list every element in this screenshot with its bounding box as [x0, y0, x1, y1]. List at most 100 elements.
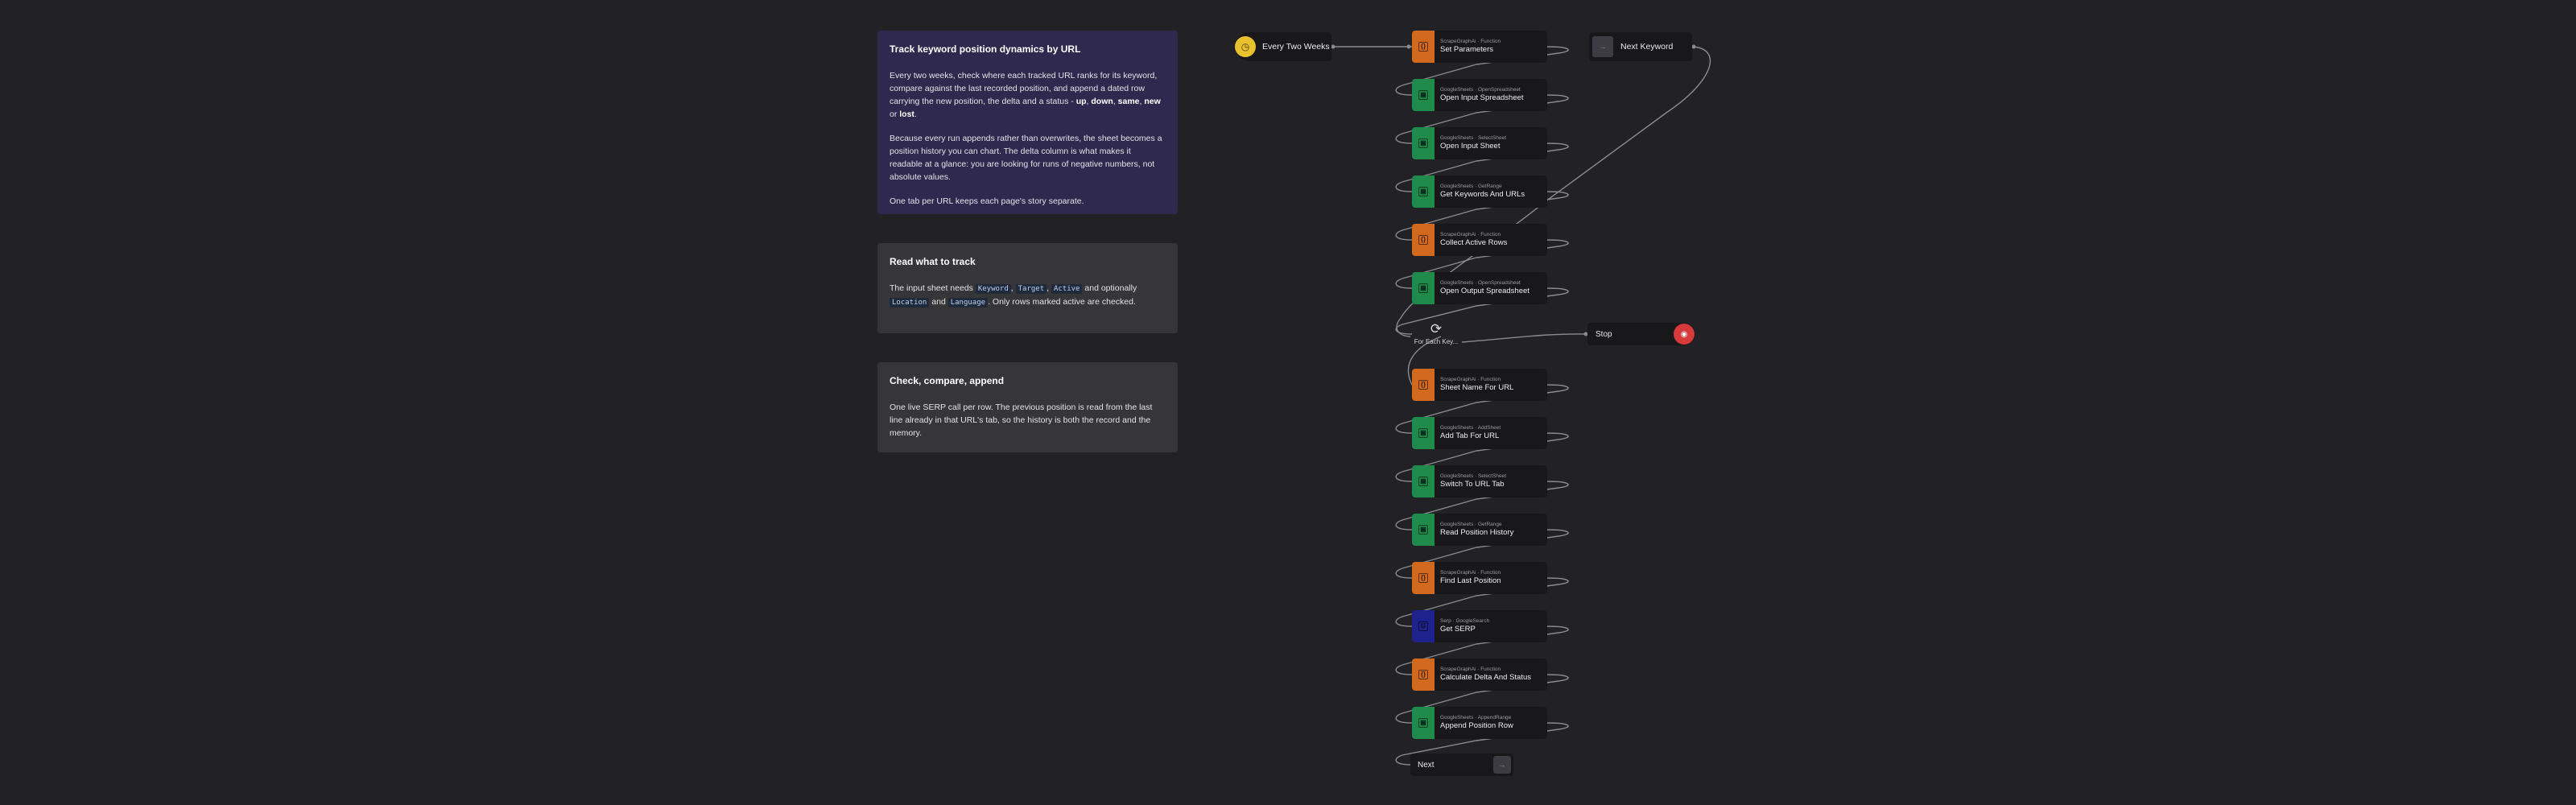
sheets-icon: ▦: [1412, 79, 1435, 111]
node-type-label: Serp · GoogleSearch: [1440, 618, 1490, 624]
node-label: For Each Key...: [1414, 338, 1459, 345]
sheets-icon: ▦: [1412, 417, 1435, 449]
glyph: {}: [1418, 380, 1428, 390]
node-open-input-sheet[interactable]: ▦ GoogleSheets · SelectSheet Open Input Sh…: [1412, 127, 1547, 159]
node-get-serp[interactable]: G Serp · GoogleSearch Get SERP: [1412, 610, 1547, 642]
code-keyword: Keyword: [975, 284, 1011, 294]
node-text: ScrapeGraphAi · Function Find Last Positi…: [1435, 570, 1501, 586]
node-switch-to-url-tab[interactable]: ▦ GoogleSheets · SelectSheet Switch To URL…: [1412, 465, 1547, 497]
node-text: ScrapeGraphAi · Function Set Parameters: [1435, 39, 1501, 55]
glyph: ▦: [1418, 187, 1428, 196]
note-read[interactable]: Read what to track The input sheet needs…: [877, 243, 1178, 333]
glyph: ▦: [1418, 138, 1428, 148]
node-type-label: ScrapeGraphAi · Function: [1440, 232, 1501, 237]
node-type-label: GoogleSheets · AppendRange: [1440, 715, 1512, 720]
code-location: Location: [890, 298, 930, 308]
node-type-label: ScrapeGraphAi · Function: [1440, 377, 1501, 382]
node-label: Calculate Delta And Status: [1440, 673, 1532, 682]
glyph: {}: [1418, 235, 1428, 245]
node-type-label: ScrapeGraphAi · Function: [1440, 570, 1501, 576]
node-read-position-history[interactable]: ▦ GoogleSheets · GetRange Read Position Hi…: [1412, 514, 1547, 546]
note-check[interactable]: Check, compare, append One live SERP cal…: [877, 362, 1178, 452]
output-port: [1691, 44, 1696, 49]
node-set-parameters[interactable]: {} ScrapeGraphAi · Function Set Parameters: [1412, 31, 1547, 63]
node-type-label: GoogleSheets · GetRange: [1440, 522, 1502, 527]
loop-icon: ⟳: [1430, 321, 1443, 336]
node-every-two-weeks[interactable]: ◷ Every Two Weeks: [1235, 32, 1331, 61]
node-label: Add Tab For URL: [1440, 431, 1500, 440]
code-target: Target: [1015, 284, 1047, 294]
node-type-label: ScrapeGraphAi · Function: [1440, 667, 1501, 672]
node-label: Append Position Row: [1440, 721, 1513, 730]
node-text: GoogleSheets · OpenSpreadsheet Open Input…: [1435, 87, 1524, 103]
glyph: {}: [1418, 573, 1428, 583]
serp-icon: G: [1412, 610, 1435, 642]
node-label: Next: [1418, 760, 1435, 770]
node-text: GoogleSheets · SelectSheet Switch To URL …: [1435, 473, 1506, 489]
wire-loop-done: [1461, 333, 1588, 343]
node-add-tab-for-url[interactable]: ▦ GoogleSheets · AddSheet Add Tab For URL: [1412, 417, 1547, 449]
node-next[interactable]: Next →: [1410, 753, 1513, 776]
sheets-icon: ▦: [1412, 514, 1435, 546]
node-label: Set Parameters: [1440, 45, 1493, 54]
node-text: GoogleSheets · AddSheet Add Tab For URL: [1435, 425, 1501, 441]
node-type-label: GoogleSheets · GetRange: [1440, 184, 1502, 189]
sheets-icon: ▦: [1412, 272, 1435, 304]
node-label: Switch To URL Tab: [1440, 480, 1505, 489]
code-icon: {}: [1412, 658, 1435, 691]
node-sheet-name-for-url[interactable]: {} ScrapeGraphAi · Function Sheet Name For…: [1412, 369, 1547, 401]
note-main-paragraph-3: One tab per URL keeps each page's story …: [890, 196, 1084, 206]
node-label: Every Two Weeks: [1262, 42, 1330, 52]
output-port: [1331, 44, 1335, 49]
note-check-body: One live SERP call per row. The previous…: [890, 402, 1153, 438]
node-stop[interactable]: Stop ◉: [1587, 323, 1695, 345]
code-active: Active: [1051, 284, 1083, 294]
node-open-output-spreadsheet[interactable]: ▦ GoogleSheets · OpenSpreadsheet Open Outp…: [1412, 272, 1547, 304]
node-type-label: GoogleSheets · SelectSheet: [1440, 135, 1507, 141]
glyph: {}: [1418, 42, 1428, 52]
node-label: Open Input Sheet: [1440, 142, 1501, 151]
node-append-position-row[interactable]: ▦ GoogleSheets · AppendRange Append Positi…: [1412, 707, 1547, 739]
node-type-label: GoogleSheets · OpenSpreadsheet: [1440, 87, 1521, 93]
node-next-keyword[interactable]: → Next Keyword: [1589, 32, 1692, 61]
code-icon: {}: [1412, 31, 1435, 63]
node-label: Find Last Position: [1440, 576, 1501, 585]
node-text: GoogleSheets · GetRange Get Keywords And …: [1435, 184, 1525, 200]
node-collect-active-rows[interactable]: {} ScrapeGraphAi · Function Collect Active…: [1412, 224, 1547, 256]
node-type-label: GoogleSheets · OpenSpreadsheet: [1440, 280, 1521, 286]
node-text: GoogleSheets · GetRange Read Position His…: [1435, 522, 1513, 538]
node-label: Open Output Spreadsheet: [1440, 287, 1530, 295]
glyph: ▦: [1418, 525, 1428, 535]
node-text: ScrapeGraphAi · Function Collect Active R…: [1435, 232, 1507, 248]
node-label: Sheet Name For URL: [1440, 383, 1514, 392]
clock-icon: ◷: [1235, 36, 1256, 57]
node-text: GoogleSheets · AppendRange Append Positio…: [1435, 715, 1513, 731]
node-text: GoogleSheets · SelectSheet Open Input She…: [1435, 135, 1506, 151]
sheets-icon: ▦: [1412, 127, 1435, 159]
node-calculate-delta-and-status[interactable]: {} ScrapeGraphAi · Function Calculate Delt…: [1412, 658, 1547, 691]
sheets-icon: ▦: [1412, 175, 1435, 208]
node-label: Collect Active Rows: [1440, 238, 1508, 247]
glyph: ▦: [1418, 477, 1428, 486]
note-main[interactable]: Track keyword position dynamics by URL E…: [877, 31, 1178, 214]
node-open-input-spreadsheet[interactable]: ▦ GoogleSheets · OpenSpreadsheet Open Inpu…: [1412, 79, 1547, 111]
node-get-keywords-and-urls[interactable]: ▦ GoogleSheets · GetRange Get Keywords And…: [1412, 175, 1547, 208]
node-label: Read Position History: [1440, 528, 1514, 537]
node-text: ScrapeGraphAi · Function Calculate Delta …: [1435, 667, 1531, 683]
glyph: G: [1418, 621, 1428, 631]
sheets-icon: ▦: [1412, 465, 1435, 497]
node-for-each-keyword[interactable]: ⟳ For Each Key...: [1410, 318, 1462, 350]
node-find-last-position[interactable]: {} ScrapeGraphAi · Function Find Last Posi…: [1412, 562, 1547, 594]
node-type-label: GoogleSheets · AddSheet: [1440, 425, 1501, 431]
node-text: ScrapeGraphAi · Function Sheet Name For U…: [1435, 377, 1513, 393]
code-icon: {}: [1412, 369, 1435, 401]
stop-icon: ◉: [1674, 324, 1695, 345]
glyph: {}: [1418, 670, 1428, 679]
node-type-label: GoogleSheets · SelectSheet: [1440, 473, 1507, 479]
note-read-body: The input sheet needs Keyword, Target, A…: [890, 283, 1137, 308]
node-text: GoogleSheets · OpenSpreadsheet Open Outpu…: [1435, 280, 1530, 296]
node-label: Get SERP: [1440, 625, 1476, 634]
connection-wires: [1331, 44, 1711, 766]
glyph: ▦: [1418, 283, 1428, 293]
note-check-title: Check, compare, append: [890, 375, 1005, 386]
